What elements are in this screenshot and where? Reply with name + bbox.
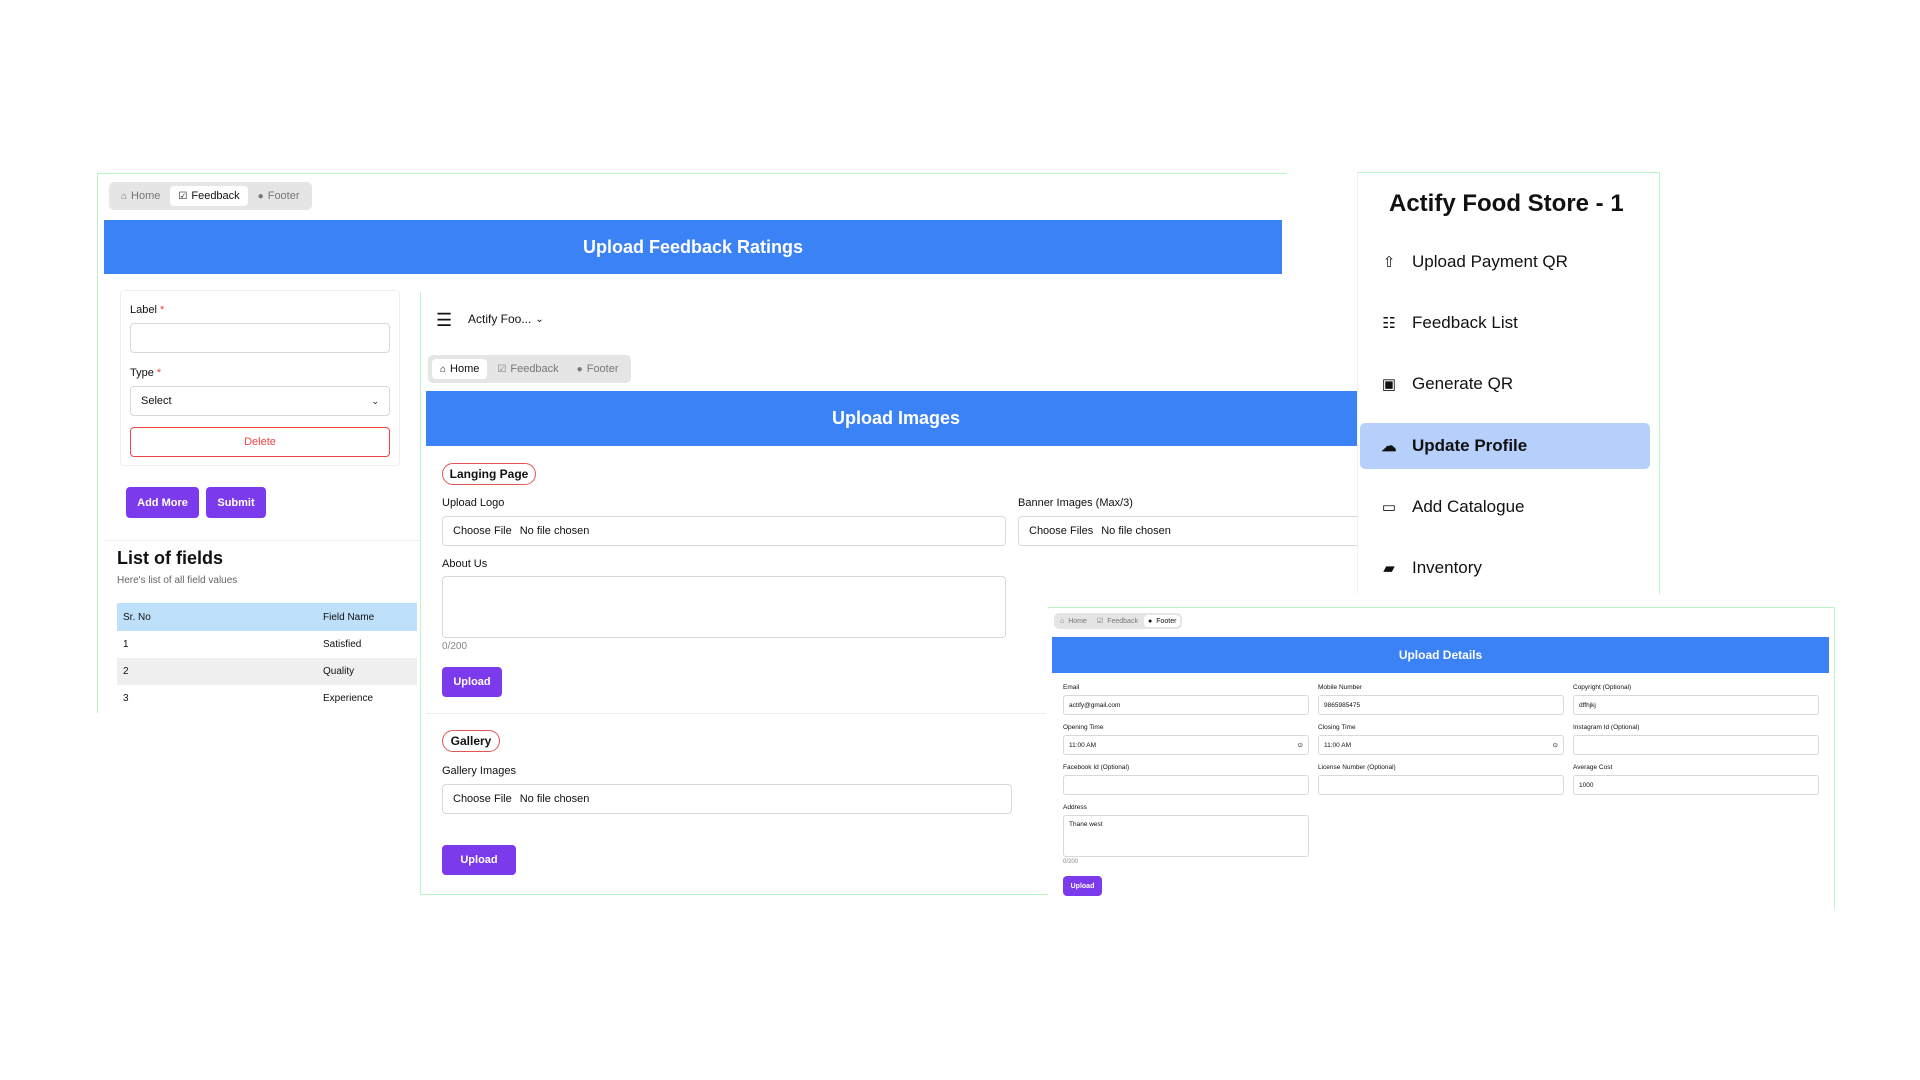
list-title: List of fields xyxy=(117,548,224,568)
images-tabs: ⌂ Home ☑ Feedback ● Footer xyxy=(428,355,631,383)
tab-home[interactable]: ⌂ Home xyxy=(113,186,168,206)
table-row: 3 Experience xyxy=(123,693,374,704)
upload-logo-button[interactable]: Upload xyxy=(442,667,502,697)
copyright-label: Copyright (Optional) xyxy=(1573,684,1632,691)
label-field-label: Label * xyxy=(130,304,165,316)
chevron-down-icon: ⌄ xyxy=(535,313,544,325)
page-title: Upload Images xyxy=(831,408,961,428)
page-title: Upload Feedback Ratings xyxy=(582,236,804,257)
tab-footer[interactable]: ● Footer xyxy=(569,359,627,379)
average-cost-label: Average Cost xyxy=(1573,764,1613,771)
home-icon: ⌂ xyxy=(440,363,447,375)
images-title-banner: Upload Images xyxy=(426,391,1366,446)
closing-time-label: Closing Time xyxy=(1318,724,1356,731)
license-label: License Number (Optional) xyxy=(1318,764,1396,771)
closing-time-field[interactable]: 11:00 AM ⊙ xyxy=(1318,735,1564,755)
table-header: Sr. No xyxy=(117,603,317,631)
store-selector[interactable]: Actify Foo... ⌄ xyxy=(468,310,544,326)
menu-icon[interactable]: ☰ xyxy=(436,310,452,331)
clock-icon[interactable]: ⊙ xyxy=(1553,741,1558,749)
sidebar-item-upload-payment-qr[interactable]: ⇧ Upload Payment QR xyxy=(1360,239,1650,285)
tab-home[interactable]: ⌂ Home xyxy=(1056,615,1091,627)
instagram-label: Instagram Id (Optional) xyxy=(1573,724,1640,731)
tab-feedback[interactable]: ☑ Feedback xyxy=(489,359,566,379)
sidebar-item-update-profile[interactable]: ☁ Update Profile xyxy=(1360,423,1650,469)
tab-footer[interactable]: ● Footer xyxy=(250,186,308,206)
table-header: Field Name xyxy=(317,603,417,631)
tab-footer[interactable]: ● Footer xyxy=(1143,615,1181,627)
sidebar-item-generate-qr[interactable]: ▣ Generate QR xyxy=(1360,361,1650,407)
home-icon: ⌂ xyxy=(1060,617,1065,625)
table-row: 1 Satisfied xyxy=(123,639,362,650)
divider xyxy=(104,540,420,541)
type-select[interactable]: Select ⌄ xyxy=(130,386,390,416)
upload-icon: ⇧ xyxy=(1382,254,1396,271)
chevron-down-icon: ⌄ xyxy=(371,395,379,406)
tab-home[interactable]: ⌂ Home xyxy=(432,359,488,379)
feedback-icon: ☑ xyxy=(178,190,188,202)
page-title: Upload Details xyxy=(1398,648,1483,662)
delete-button[interactable]: Delete xyxy=(130,427,390,457)
feedback-icon: ☑ xyxy=(1096,618,1104,625)
address-counter: 0/200 xyxy=(1063,859,1079,865)
details-title-banner: Upload Details xyxy=(1052,637,1829,673)
qr-icon: ▣ xyxy=(1381,376,1397,393)
landing-page-chip: Langing Page xyxy=(442,463,536,485)
footer-icon: ● xyxy=(576,363,583,375)
email-label: Email xyxy=(1063,684,1080,691)
average-cost-field[interactable]: 1000 xyxy=(1573,775,1819,795)
gallery-images-label: Gallery Images xyxy=(442,765,516,777)
opening-time-label: Opening Time xyxy=(1063,724,1104,731)
about-us-textarea[interactable] xyxy=(442,576,1006,638)
upload-logo-label: Upload Logo xyxy=(442,497,505,509)
license-field[interactable] xyxy=(1318,775,1564,795)
submit-button[interactable]: Submit xyxy=(206,487,266,518)
mobile-field[interactable]: 9865985475 xyxy=(1318,695,1564,715)
gallery-file-input[interactable]: Choose File No file chosen xyxy=(442,784,1012,814)
divider xyxy=(426,713,1046,714)
table-row: 2 Quality xyxy=(117,658,417,685)
opening-time-field[interactable]: 11:00 AM ⊙ xyxy=(1063,735,1309,755)
clock-icon[interactable]: ⊙ xyxy=(1298,741,1303,749)
fields-table: Sr. No Field Name 1 Satisfied 2 Quality 3E… xyxy=(117,603,417,712)
sidebar-item-add-catalogue[interactable]: ▭ Add Catalogue xyxy=(1360,484,1650,530)
about-us-label: About Us xyxy=(442,558,488,570)
address-label: Address xyxy=(1063,804,1087,811)
feedback-tabs: ⌂ Home ☑ Feedback ● Footer xyxy=(109,182,312,210)
copyright-field[interactable]: dffhjkj xyxy=(1573,695,1819,715)
feedback-title-banner: Upload Feedback Ratings xyxy=(104,220,1282,274)
email-field[interactable]: actify@gmail.com xyxy=(1063,695,1309,715)
facebook-field[interactable] xyxy=(1063,775,1309,795)
details-tabs: ⌂ Home ☑ Feedback ● Footer xyxy=(1054,613,1183,629)
sidebar-item-feedback-list[interactable]: ☷ Feedback List xyxy=(1360,300,1650,346)
tab-feedback[interactable]: ☑ Feedback xyxy=(170,186,248,206)
tab-feedback[interactable]: ☑ Feedback xyxy=(1093,615,1142,627)
add-more-button[interactable]: Add More xyxy=(126,487,199,518)
upload-gallery-button[interactable]: Upload xyxy=(442,845,516,875)
home-icon: ⌂ xyxy=(121,190,128,202)
upload-logo-file-input[interactable]: Choose File No file chosen xyxy=(442,516,1006,546)
folder-icon: ▰ xyxy=(1383,560,1395,577)
cloud-upload-icon: ☁ xyxy=(1381,438,1397,455)
about-us-counter: 0/200 xyxy=(442,641,468,652)
feedback-icon: ☑ xyxy=(497,363,507,375)
sidebar-item-inventory[interactable]: ▰ Inventory xyxy=(1360,545,1650,591)
sidebar-title: Actify Food Store - 1 xyxy=(1389,190,1624,217)
upload-details-button[interactable]: Upload xyxy=(1063,876,1102,896)
list-subtitle: Here's list of all field values xyxy=(117,575,238,586)
table-header-row: Sr. No Field Name xyxy=(117,603,417,631)
footer-icon: ● xyxy=(1147,617,1153,625)
address-textarea[interactable]: Thane west xyxy=(1063,815,1309,857)
banner-images-file-input[interactable]: Choose Files No file chosen xyxy=(1018,516,1366,546)
list-icon: ☷ xyxy=(1382,315,1396,332)
banner-images-label: Banner Images (Max/3) xyxy=(1018,497,1133,509)
label-input[interactable] xyxy=(130,323,390,353)
type-field-label: Type * xyxy=(130,367,162,379)
instagram-field[interactable] xyxy=(1573,735,1819,755)
card-icon: ▭ xyxy=(1381,499,1397,516)
gallery-chip: Gallery xyxy=(442,730,500,752)
footer-icon: ● xyxy=(257,190,264,202)
facebook-label: Facebook Id (Optional) xyxy=(1063,764,1130,771)
mobile-label: Mobile Number xyxy=(1318,684,1363,691)
